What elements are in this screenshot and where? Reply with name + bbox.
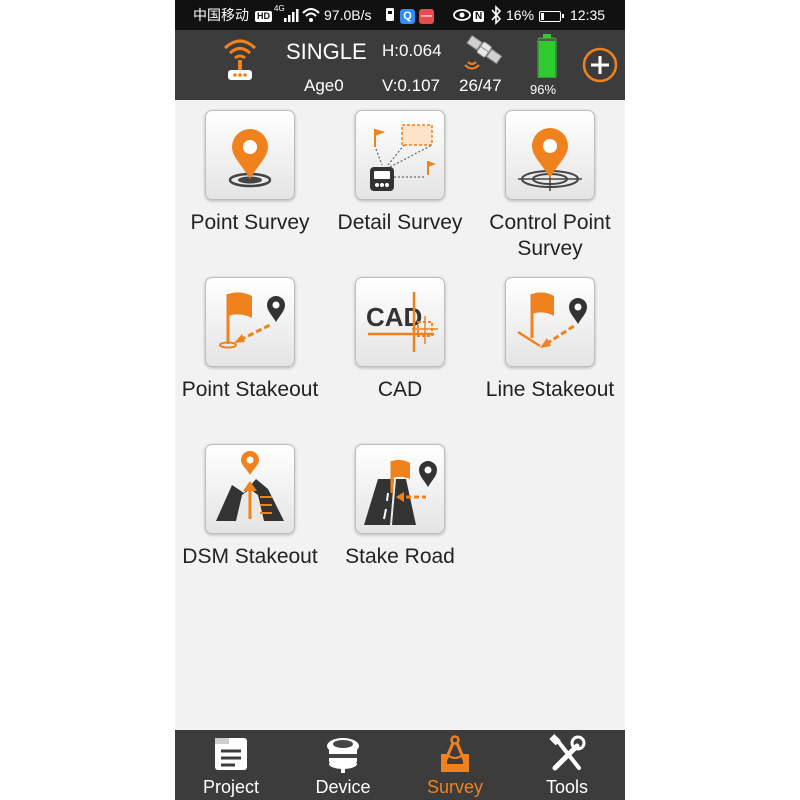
dsm-stakeout-button[interactable] [205, 444, 295, 534]
tile-label: Stake Road [345, 545, 455, 568]
carrier-name: 中国移动 [193, 7, 249, 23]
network-speed: 97.0B/s [324, 7, 372, 23]
nav-project[interactable]: Project [175, 730, 287, 800]
add-button[interactable] [582, 47, 618, 88]
bottom-navigation: Project Device Survey Tools [175, 730, 625, 800]
bluetooth-icon [490, 0, 502, 30]
tile-label: Point Stakeout [181, 378, 319, 401]
nav-label: Device [315, 777, 371, 797]
stake-road-button[interactable] [355, 444, 445, 534]
tile-label: Detail Survey [337, 211, 463, 234]
hd-badge: HD [255, 10, 272, 22]
wifi-icon [302, 0, 320, 30]
nav-label: Project [202, 777, 260, 797]
signal-icon [283, 0, 299, 30]
satellite-icon[interactable] [462, 32, 506, 75]
survey-compass-icon [441, 735, 469, 772]
detail-survey-icon [370, 124, 436, 191]
satellite-count: 26/47 [459, 76, 502, 95]
dsm-stakeout-icon [216, 451, 284, 521]
clock: 12:35 [570, 7, 606, 23]
cad-icon: CAD [366, 292, 438, 352]
battery-percent: 16% [506, 7, 535, 23]
road-icon [364, 459, 437, 525]
vertical-precision: V:0.107 [382, 76, 440, 95]
nav-label: Survey [426, 777, 484, 797]
gnss-receiver-icon [327, 738, 359, 773]
tile-label: DSM Stakeout [182, 545, 318, 568]
tools-icon [549, 734, 586, 771]
gnss-status-header: SINGLE Age0 H:0.064 V:0.107 26/47 96% [175, 30, 625, 100]
control-point-icon [518, 128, 582, 191]
point-survey-button[interactable] [205, 110, 295, 200]
line-stakeout-button[interactable] [505, 277, 595, 367]
nav-survey[interactable]: Survey [399, 730, 511, 800]
folder-icon [215, 738, 247, 770]
correction-age: Age0 [304, 76, 344, 95]
nav-label: Tools [545, 777, 589, 797]
map-pin-icon [228, 129, 272, 188]
fix-status: SINGLE [286, 39, 367, 64]
tile-label: Point Survey [190, 211, 310, 234]
tile-label: CAD [377, 378, 423, 401]
device-battery-icon [537, 34, 557, 83]
plus-icon [582, 47, 618, 83]
horizontal-precision: H:0.064 [382, 41, 442, 60]
app-screen: 中国移动 HD 4G 97.0B/s Q — N 16% 12:35 SINGL… [175, 0, 625, 800]
status-bar: 中国移动 HD 4G 97.0B/s Q — N 16% 12:35 [175, 0, 625, 30]
nfc-icon: N [473, 10, 485, 22]
line-stakeout-icon [517, 292, 587, 348]
point-stakeout-button[interactable] [205, 277, 295, 367]
app-notification-icon: Q [400, 0, 415, 30]
notification-icon [385, 0, 395, 30]
flag-stakeout-icon [219, 292, 285, 349]
detail-survey-button[interactable] [355, 110, 445, 200]
device-battery-percent: 96% [530, 82, 557, 97]
nav-tools[interactable]: Tools [511, 730, 623, 800]
eye-icon [453, 0, 471, 30]
battery-icon [539, 0, 564, 30]
control-point-survey-button[interactable] [505, 110, 595, 200]
app-notification-icon-2: — [419, 8, 434, 24]
tile-label: Control Point Survey [489, 211, 611, 260]
base-radio-icon[interactable] [219, 36, 261, 89]
nav-device[interactable]: Device [287, 730, 399, 800]
tile-label: Line Stakeout [485, 378, 615, 401]
cad-button[interactable]: CAD [355, 277, 445, 367]
